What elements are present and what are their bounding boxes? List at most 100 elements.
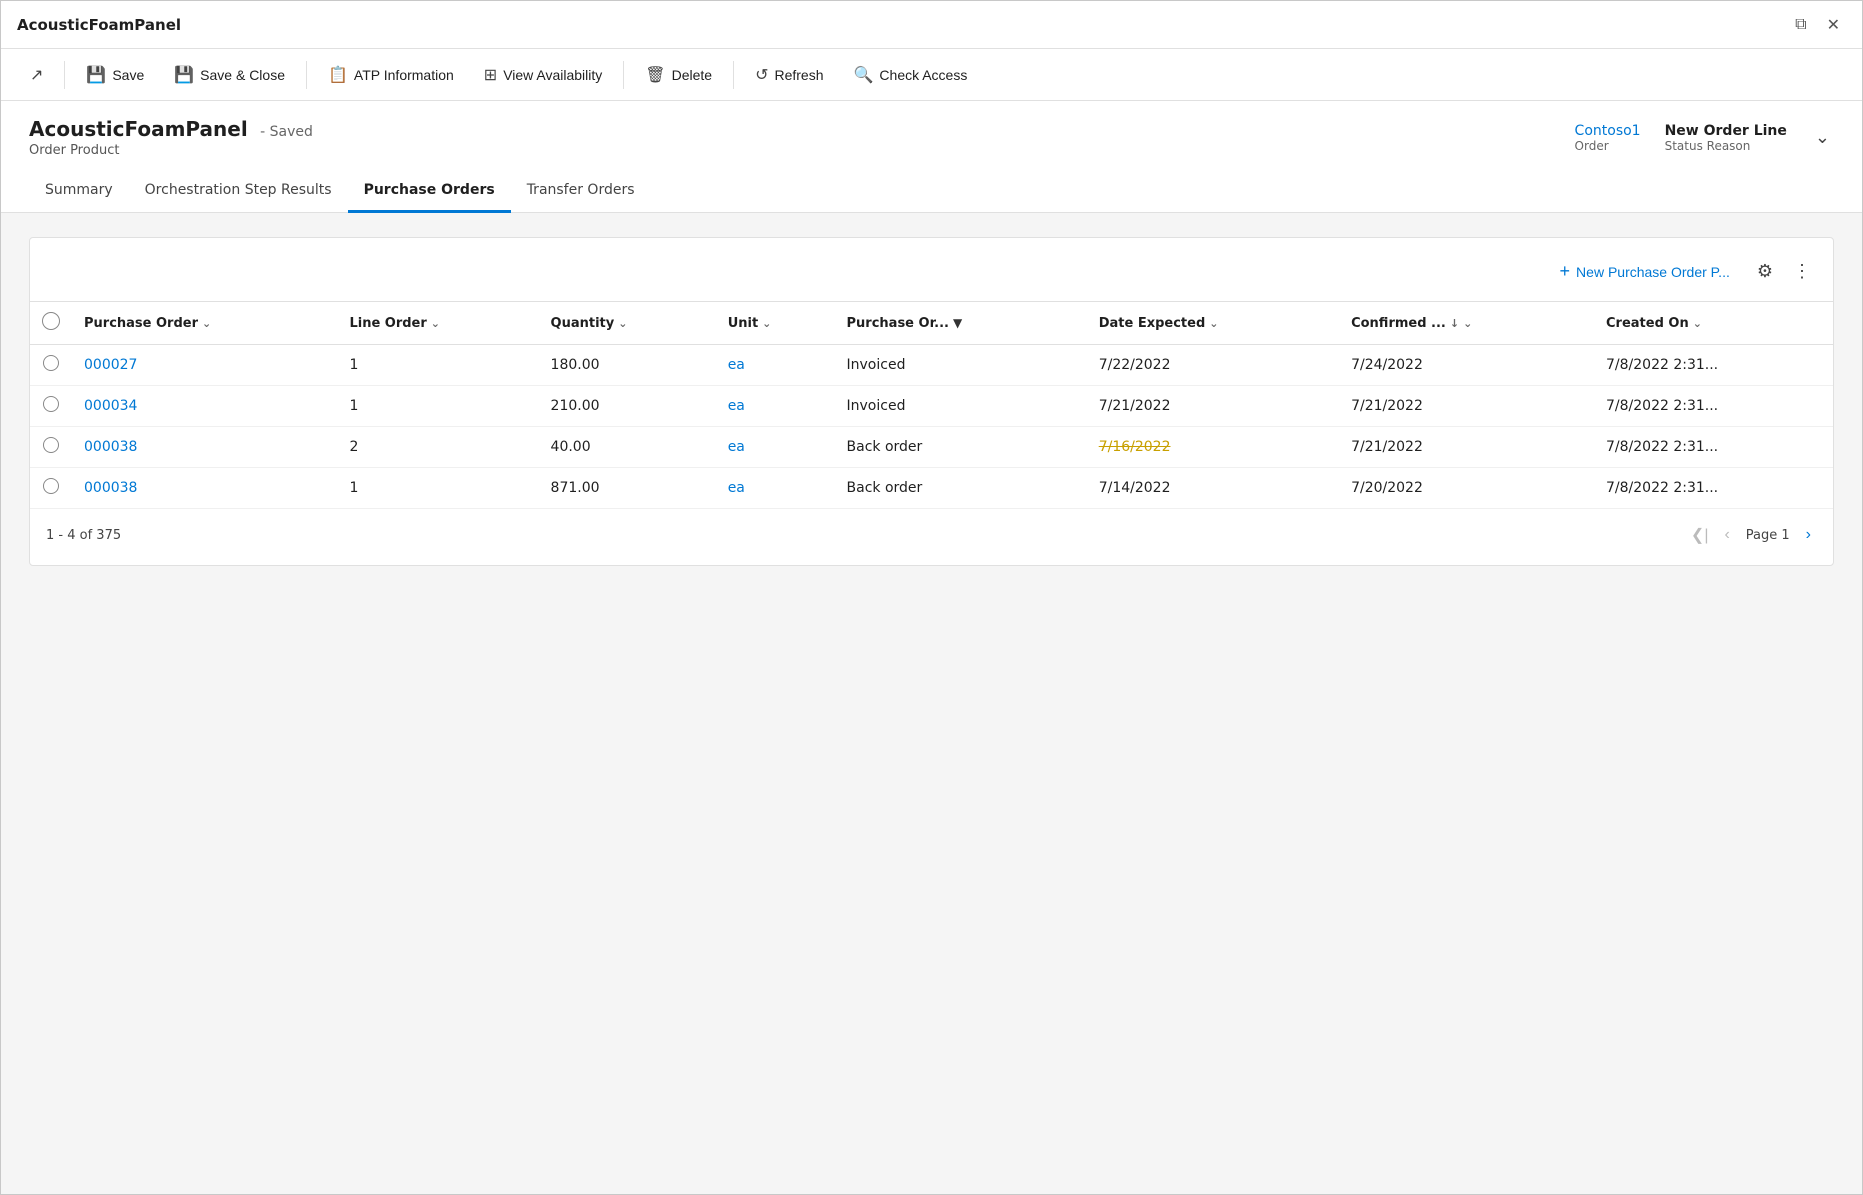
save-close-button[interactable]: 💾 Save & Close [161,58,298,92]
cell-purchase-order-3: 000038 [72,468,337,509]
cell-date-expected-3: 7/14/2022 [1087,468,1339,509]
unit-link-3[interactable]: ea [728,480,745,496]
tab-transfer-orders[interactable]: Transfer Orders [511,170,651,213]
col-header-confirmed[interactable]: Confirmed ... ↓ ⌄ [1339,302,1594,345]
pagination: 1 - 4 of 375 ❮| ‹ Page 1 › [30,509,1833,549]
cell-quantity-2: 40.00 [539,427,716,468]
save-button[interactable]: 💾 Save [73,58,157,92]
col-label-line-order: Line Order [349,316,426,331]
toolbar: ↗ 💾 Save 💾 Save & Close 📋 ATP Informatio… [1,49,1862,101]
content-area: + New Purchase Order P... ⚙ ⋮ Purchase [1,213,1862,1194]
status-reason-value: New Order Line [1665,123,1787,139]
toolbar-separator-3 [623,61,624,89]
row-checkbox-cell-2[interactable] [30,427,72,468]
cell-line-order-3: 1 [337,468,538,509]
unit-link-1[interactable]: ea [728,398,745,414]
cell-status-0: Invoiced [835,345,1087,386]
new-purchase-order-button[interactable]: + New Purchase Order P... [1547,254,1743,289]
save-label: Save [112,67,144,83]
close-button[interactable]: ✕ [1821,11,1846,39]
purchase-order-link-1[interactable]: 000034 [84,398,137,414]
col-label-purchase-order: Purchase Order [84,316,198,331]
sort-icon-created-on: ⌄ [1693,317,1702,330]
status-reason-label: Status Reason [1665,139,1751,153]
status-reason-field: New Order Line Status Reason [1665,123,1787,153]
col-header-purchase-order-status[interactable]: Purchase Or... ▼ [835,302,1087,345]
order-value[interactable]: Contoso1 [1575,123,1641,139]
cell-date-expected-0: 7/22/2022 [1087,345,1339,386]
row-checkbox-cell-3[interactable] [30,468,72,509]
col-label-created-on: Created On [1606,316,1689,331]
refresh-button[interactable]: ↺ Refresh [742,58,836,92]
tab-purchase-orders[interactable]: Purchase Orders [348,170,511,213]
row-checkbox-cell-1[interactable] [30,386,72,427]
restore-button[interactable]: ⧉ [1789,11,1812,39]
delete-icon: 🗑 [645,65,665,85]
save-icon: 💾 [86,65,106,85]
col-header-date-expected[interactable]: Date Expected ⌄ [1087,302,1339,345]
unit-link-2[interactable]: ea [728,439,745,455]
sort-icon-date-expected: ⌄ [1209,317,1218,330]
date-expected-value-3: 7/14/2022 [1099,480,1171,496]
date-expected-value-0: 7/22/2022 [1099,357,1171,373]
row-checkbox-2[interactable] [43,437,59,453]
col-header-line-order[interactable]: Line Order ⌄ [337,302,538,345]
col-header-created-on[interactable]: Created On ⌄ [1594,302,1833,345]
row-checkbox-cell-0[interactable] [30,345,72,386]
col-label-purchase-order-status: Purchase Or... [847,316,949,331]
cell-unit-1: ea [716,386,835,427]
atp-info-button[interactable]: 📋 ATP Information [315,58,467,92]
refresh-label: Refresh [774,67,823,83]
open-record-button[interactable]: ↗ [17,58,56,92]
table-settings-button[interactable]: ⚙ [1751,257,1779,286]
window-title: AcousticFoamPanel [17,16,181,34]
expand-chevron-button[interactable]: ⌄ [1811,123,1834,152]
cell-line-order-2: 2 [337,427,538,468]
toolbar-separator-2 [306,61,307,89]
select-all-checkbox[interactable] [42,312,60,330]
view-availability-icon: ⊞ [484,65,497,85]
cell-line-order-1: 1 [337,386,538,427]
table-more-button[interactable]: ⋮ [1787,257,1817,286]
open-record-icon: ↗ [30,65,43,85]
sort-icon-line-order: ⌄ [431,317,440,330]
cell-confirmed-0: 7/24/2022 [1339,345,1594,386]
row-checkbox-0[interactable] [43,355,59,371]
unit-link-0[interactable]: ea [728,357,745,373]
first-page-button[interactable]: ❮| [1685,521,1715,549]
purchase-order-link-3[interactable]: 000038 [84,480,137,496]
cell-quantity-3: 871.00 [539,468,716,509]
sort-icon-quantity: ⌄ [618,317,627,330]
table-row: 000038 2 40.00 ea Back order 7/16/2022 7… [30,427,1833,468]
col-header-quantity[interactable]: Quantity ⌄ [539,302,716,345]
col-header-unit[interactable]: Unit ⌄ [716,302,835,345]
tab-orchestration-step-results[interactable]: Orchestration Step Results [129,170,348,213]
cell-confirmed-3: 7/20/2022 [1339,468,1594,509]
record-header-left: AcousticFoamPanel - Saved Order Product [29,117,313,158]
pagination-info: 1 - 4 of 375 [46,528,121,543]
purchase-order-link-2[interactable]: 000038 [84,439,137,455]
sort-icon-confirmed-2: ⌄ [1463,317,1472,330]
col-header-purchase-order[interactable]: Purchase Order ⌄ [72,302,337,345]
record-header: AcousticFoamPanel - Saved Order Product … [1,101,1862,170]
cell-created-on-1: 7/8/2022 2:31... [1594,386,1833,427]
cell-created-on-2: 7/8/2022 2:31... [1594,427,1833,468]
tabs-bar: Summary Orchestration Step Results Purch… [1,170,1862,213]
delete-button[interactable]: 🗑 Delete [632,58,725,92]
cell-status-3: Back order [835,468,1087,509]
cell-confirmed-1: 7/21/2022 [1339,386,1594,427]
cell-unit-3: ea [716,468,835,509]
cell-purchase-order-2: 000038 [72,427,337,468]
saved-label: - Saved [260,124,313,140]
prev-page-button[interactable]: ‹ [1718,522,1735,548]
cell-confirmed-2: 7/21/2022 [1339,427,1594,468]
tab-summary[interactable]: Summary [29,170,129,213]
check-access-button[interactable]: 🔍 Check Access [841,58,981,92]
purchase-order-link-0[interactable]: 000027 [84,357,137,373]
view-availability-button[interactable]: ⊞ View Availability [471,58,616,92]
row-checkbox-1[interactable] [43,396,59,412]
next-page-button[interactable]: › [1800,522,1817,548]
record-title: AcousticFoamPanel [29,117,248,141]
row-checkbox-3[interactable] [43,478,59,494]
select-all-header[interactable] [30,302,72,345]
